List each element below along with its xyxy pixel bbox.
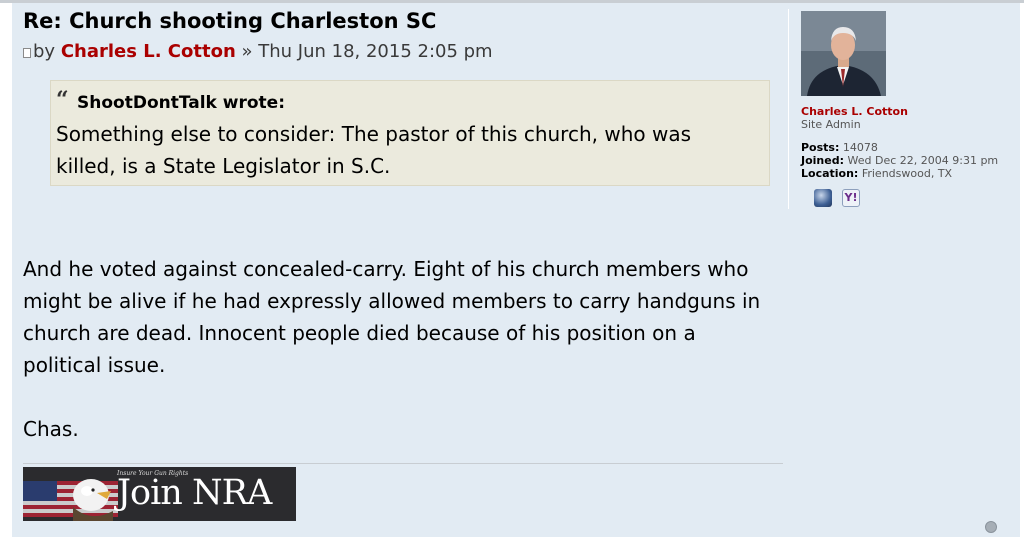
author-avatar[interactable] bbox=[801, 11, 886, 96]
signature-divider bbox=[23, 463, 783, 464]
eagle-flag-image bbox=[23, 467, 118, 521]
profile-joined: Joined: Wed Dec 22, 2004 9:31 pm bbox=[801, 154, 998, 167]
profile-rank: Site Admin bbox=[801, 118, 861, 131]
quote-author: ShootDontTalk wrote: bbox=[77, 93, 286, 113]
profile-joined-label: Joined: bbox=[801, 154, 844, 167]
post-byline: by Charles L. Cotton » Thu Jun 18, 2015 … bbox=[23, 41, 493, 62]
join-nra-banner[interactable]: Insure Your Gun Rights Join NRA bbox=[23, 467, 296, 521]
profile-posts-value[interactable]: 14078 bbox=[843, 141, 878, 154]
avatar-image bbox=[801, 11, 886, 96]
back-to-top-icon[interactable] bbox=[985, 521, 997, 533]
author-profile: Charles L. Cotton Site Admin Posts: 1407… bbox=[788, 9, 1021, 209]
profile-location: Location: Friendswood, TX bbox=[801, 167, 952, 180]
yahoo-messenger-icon[interactable]: Y! bbox=[842, 189, 860, 207]
forum-post: Re: Church shooting Charleston SC by Cha… bbox=[12, 3, 1020, 537]
profile-posts-label: Posts: bbox=[801, 141, 840, 154]
profile-location-label: Location: bbox=[801, 167, 859, 180]
quote-block: “ ShootDontTalk wrote: Something else to… bbox=[50, 80, 770, 186]
post-author-link[interactable]: Charles L. Cotton bbox=[61, 41, 236, 62]
post-title[interactable]: Re: Church shooting Charleston SC bbox=[23, 9, 436, 33]
post-content: And he voted against concealed-carry. Ei… bbox=[23, 253, 773, 445]
post-signoff: Chas. bbox=[23, 417, 79, 441]
quote-mark-icon: “ bbox=[56, 87, 69, 113]
banner-text: Join NRA bbox=[117, 473, 272, 513]
post-link-icon[interactable] bbox=[23, 48, 31, 58]
profile-joined-value: Wed Dec 22, 2004 9:31 pm bbox=[847, 154, 999, 167]
byline-by-label: by bbox=[33, 41, 56, 62]
post-date: » Thu Jun 18, 2015 2:05 pm bbox=[241, 41, 493, 62]
quote-text: Something else to consider: The pastor o… bbox=[56, 122, 691, 178]
profile-location-value: Friendswood, TX bbox=[861, 167, 953, 180]
profile-username[interactable]: Charles L. Cotton bbox=[801, 105, 908, 118]
profile-posts: Posts: 14078 bbox=[801, 141, 878, 154]
website-globe-icon[interactable] bbox=[814, 189, 832, 207]
post-paragraph: And he voted against concealed-carry. Ei… bbox=[23, 257, 761, 377]
